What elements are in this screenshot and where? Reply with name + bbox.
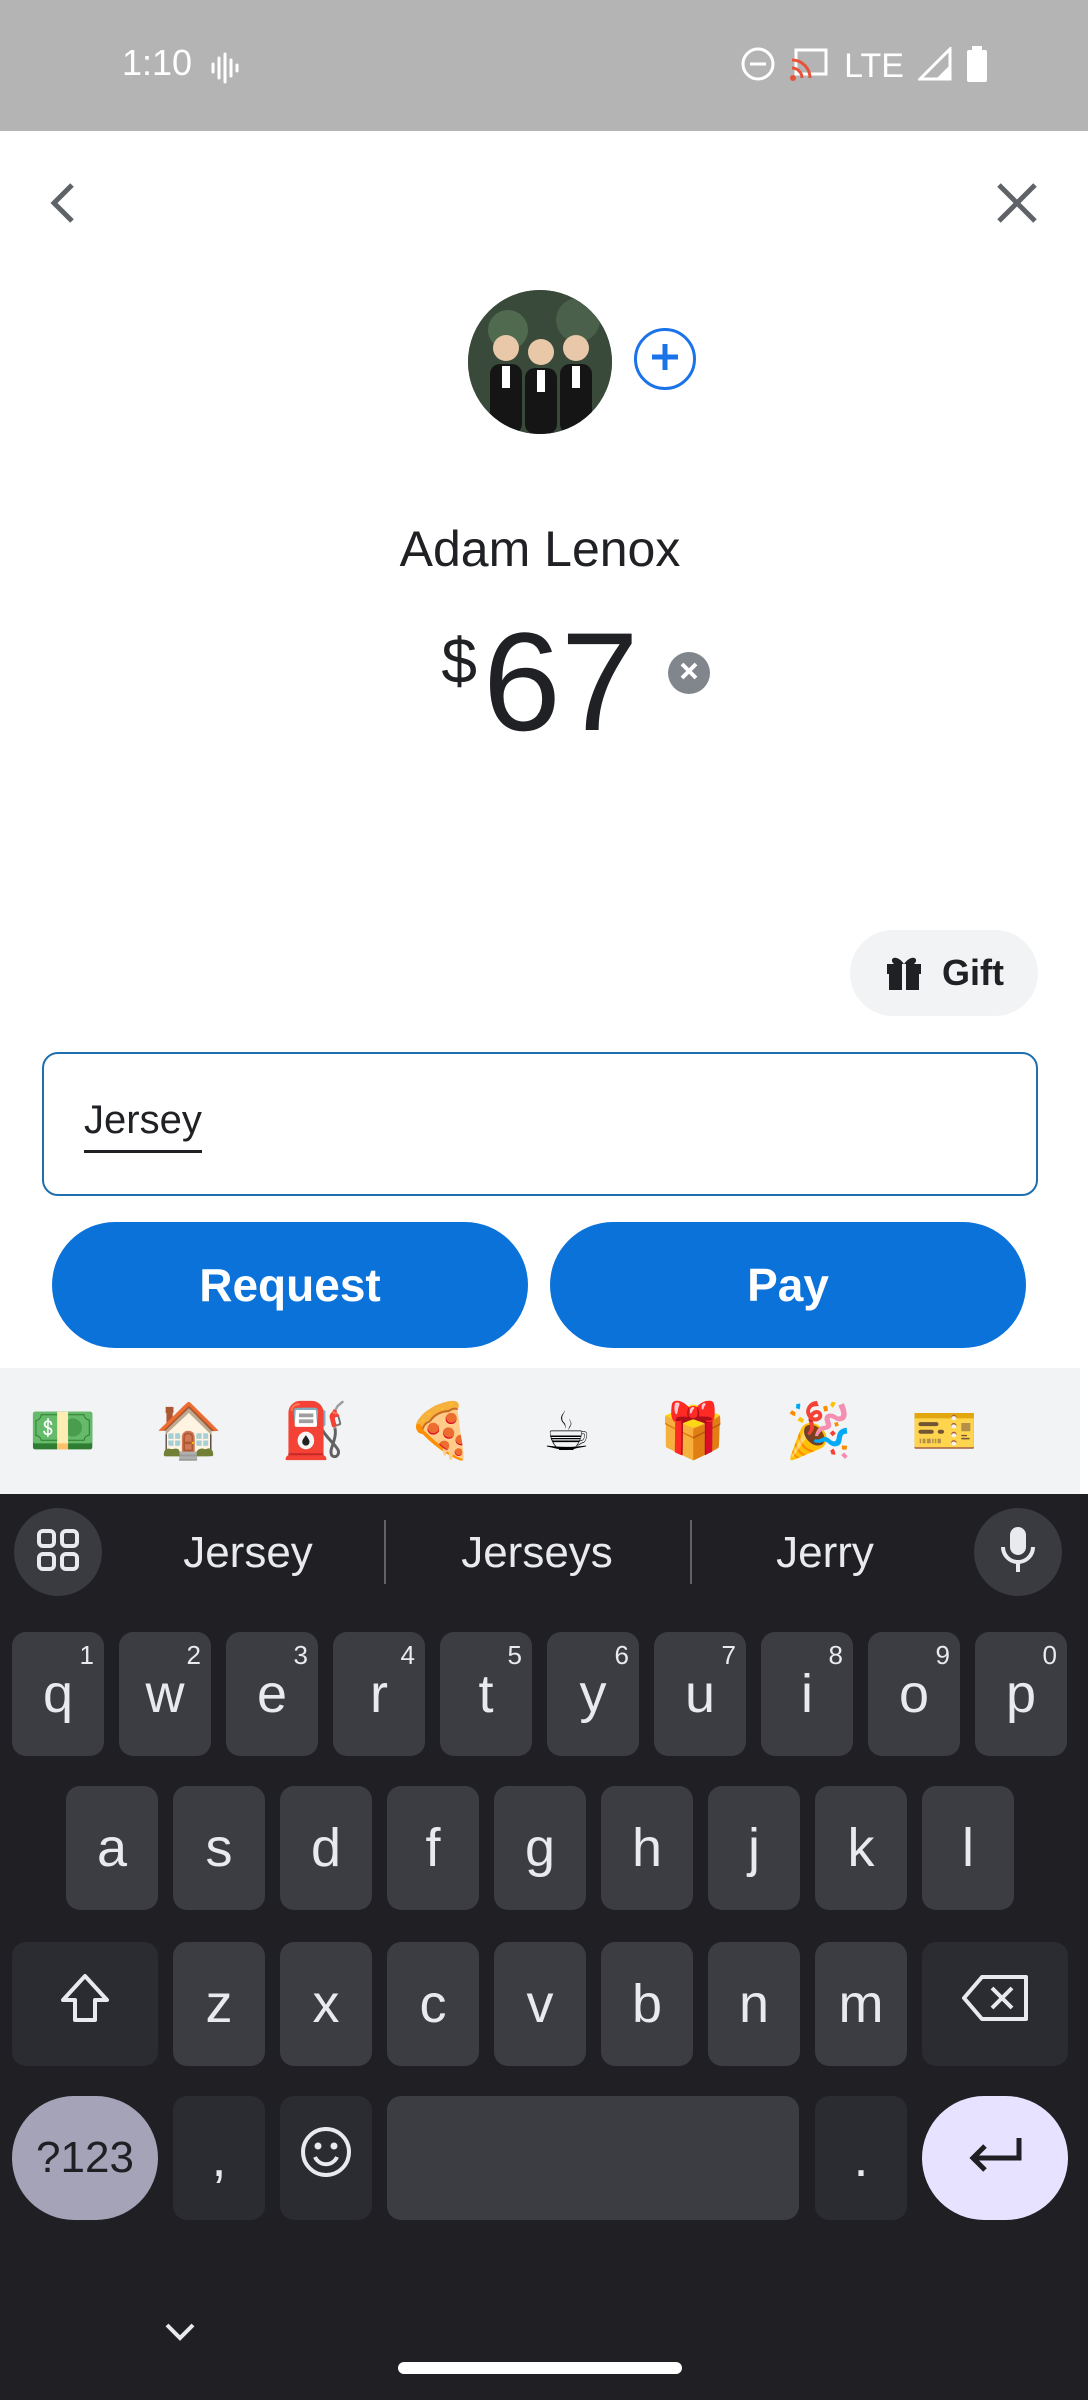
chevron-left-icon — [46, 181, 80, 230]
key-v[interactable]: v — [494, 1942, 586, 2066]
backspace-key[interactable] — [922, 1942, 1068, 2066]
gift-icon — [884, 951, 924, 996]
key-t[interactable]: t5 — [440, 1632, 532, 1756]
key-h[interactable]: h — [601, 1786, 693, 1910]
shift-icon — [57, 1970, 113, 2039]
key-o[interactable]: o9 — [868, 1632, 960, 1756]
key-e[interactable]: e3 — [226, 1632, 318, 1756]
plus-icon — [648, 340, 682, 379]
suggestion-item[interactable]: Jersey — [118, 1528, 378, 1578]
close-button[interactable] — [982, 170, 1052, 240]
chevron-down-icon — [164, 2323, 196, 2346]
enter-key[interactable] — [922, 2096, 1068, 2220]
add-contact-button[interactable] — [634, 328, 696, 390]
shift-key[interactable] — [12, 1942, 158, 2066]
battery-icon — [966, 46, 988, 87]
home-gesture-bar[interactable] — [398, 2362, 682, 2374]
key-y[interactable]: y6 — [547, 1632, 639, 1756]
pay-button[interactable]: Pay — [550, 1222, 1026, 1348]
amount-value: 67 — [482, 603, 639, 760]
key-s[interactable]: s — [173, 1786, 265, 1910]
key-a[interactable]: a — [66, 1786, 158, 1910]
keyboard-menu-button[interactable] — [14, 1508, 102, 1596]
symbols-key[interactable]: ?123 — [12, 2096, 158, 2220]
emoji-chip[interactable]: 🎫 — [882, 1400, 1008, 1463]
suggestion-divider — [384, 1520, 386, 1584]
emoji-chip[interactable]: ⛽ — [252, 1400, 378, 1463]
mic-icon — [1000, 1525, 1036, 1580]
emoji-smile-icon — [299, 2125, 353, 2192]
amount-display[interactable]: $67 — [0, 612, 1080, 752]
close-icon — [995, 181, 1039, 230]
key-k[interactable]: k — [815, 1786, 907, 1910]
key-w[interactable]: w2 — [119, 1632, 211, 1756]
emoji-chip[interactable]: 🍕 — [378, 1400, 504, 1463]
gift-label: Gift — [942, 952, 1004, 993]
suggestion-item[interactable]: Jerry — [695, 1528, 955, 1578]
request-button[interactable]: Request — [52, 1222, 528, 1348]
key-i[interactable]: i8 — [761, 1632, 853, 1756]
dnd-icon — [740, 46, 776, 87]
suggestion-divider — [690, 1520, 692, 1584]
key-j[interactable]: j — [708, 1786, 800, 1910]
key-r[interactable]: r4 — [333, 1632, 425, 1756]
emoji-chip[interactable]: ☕ — [504, 1400, 630, 1463]
key-z[interactable]: z — [173, 1942, 265, 2066]
key-x[interactable]: x — [280, 1942, 372, 2066]
status-icons: LTE — [740, 45, 988, 87]
emoji-chip[interactable]: 💵 — [0, 1400, 126, 1463]
key-c[interactable]: c — [387, 1942, 479, 2066]
emoji-key[interactable] — [280, 2096, 372, 2220]
currency-symbol: $ — [441, 625, 477, 697]
sound-wave-icon — [210, 50, 240, 91]
signal-icon — [916, 45, 952, 86]
key-g[interactable]: g — [494, 1786, 586, 1910]
key-f[interactable]: f — [387, 1786, 479, 1910]
voice-input-button[interactable] — [974, 1508, 1062, 1596]
recipient-name: Adam Lenox — [399, 521, 681, 577]
period-key[interactable]: . — [815, 2096, 907, 2220]
backspace-icon — [960, 1973, 1030, 2036]
space-key[interactable] — [387, 2096, 799, 2220]
key-d[interactable]: d — [280, 1786, 372, 1910]
key-q[interactable]: q1 — [12, 1632, 104, 1756]
key-b[interactable]: b — [601, 1942, 693, 2066]
status-time: 1:10 — [122, 42, 193, 83]
key-p[interactable]: p0 — [975, 1632, 1067, 1756]
hide-keyboard-button[interactable] — [164, 2322, 196, 2347]
key-u[interactable]: u7 — [654, 1632, 746, 1756]
emoji-chip[interactable]: 🏠 — [126, 1400, 252, 1463]
emoji-chip[interactable]: 🎉 — [756, 1400, 882, 1463]
gift-button[interactable]: Gift — [850, 930, 1038, 1016]
comma-key[interactable]: , — [173, 2096, 265, 2220]
clear-icon — [679, 661, 699, 686]
network-label: LTE — [844, 47, 904, 85]
grid-icon — [36, 1528, 80, 1577]
emoji-suggestion-bar: 💵 🏠 ⛽ 🍕 ☕ 🎁 🎉 🎫 — [0, 1368, 1080, 1494]
note-input-value[interactable]: Jersey — [84, 1100, 202, 1153]
key-l[interactable]: l — [922, 1786, 1014, 1910]
emoji-chip[interactable]: 🎁 — [630, 1400, 756, 1463]
cast-icon — [790, 46, 830, 87]
avatar — [468, 290, 612, 434]
back-button[interactable] — [28, 170, 98, 240]
key-m[interactable]: m — [815, 1942, 907, 2066]
key-n[interactable]: n — [708, 1942, 800, 2066]
suggestion-item[interactable]: Jerseys — [407, 1528, 667, 1578]
enter-arrow-icon — [965, 2127, 1025, 2189]
clear-amount-button[interactable] — [668, 652, 710, 694]
